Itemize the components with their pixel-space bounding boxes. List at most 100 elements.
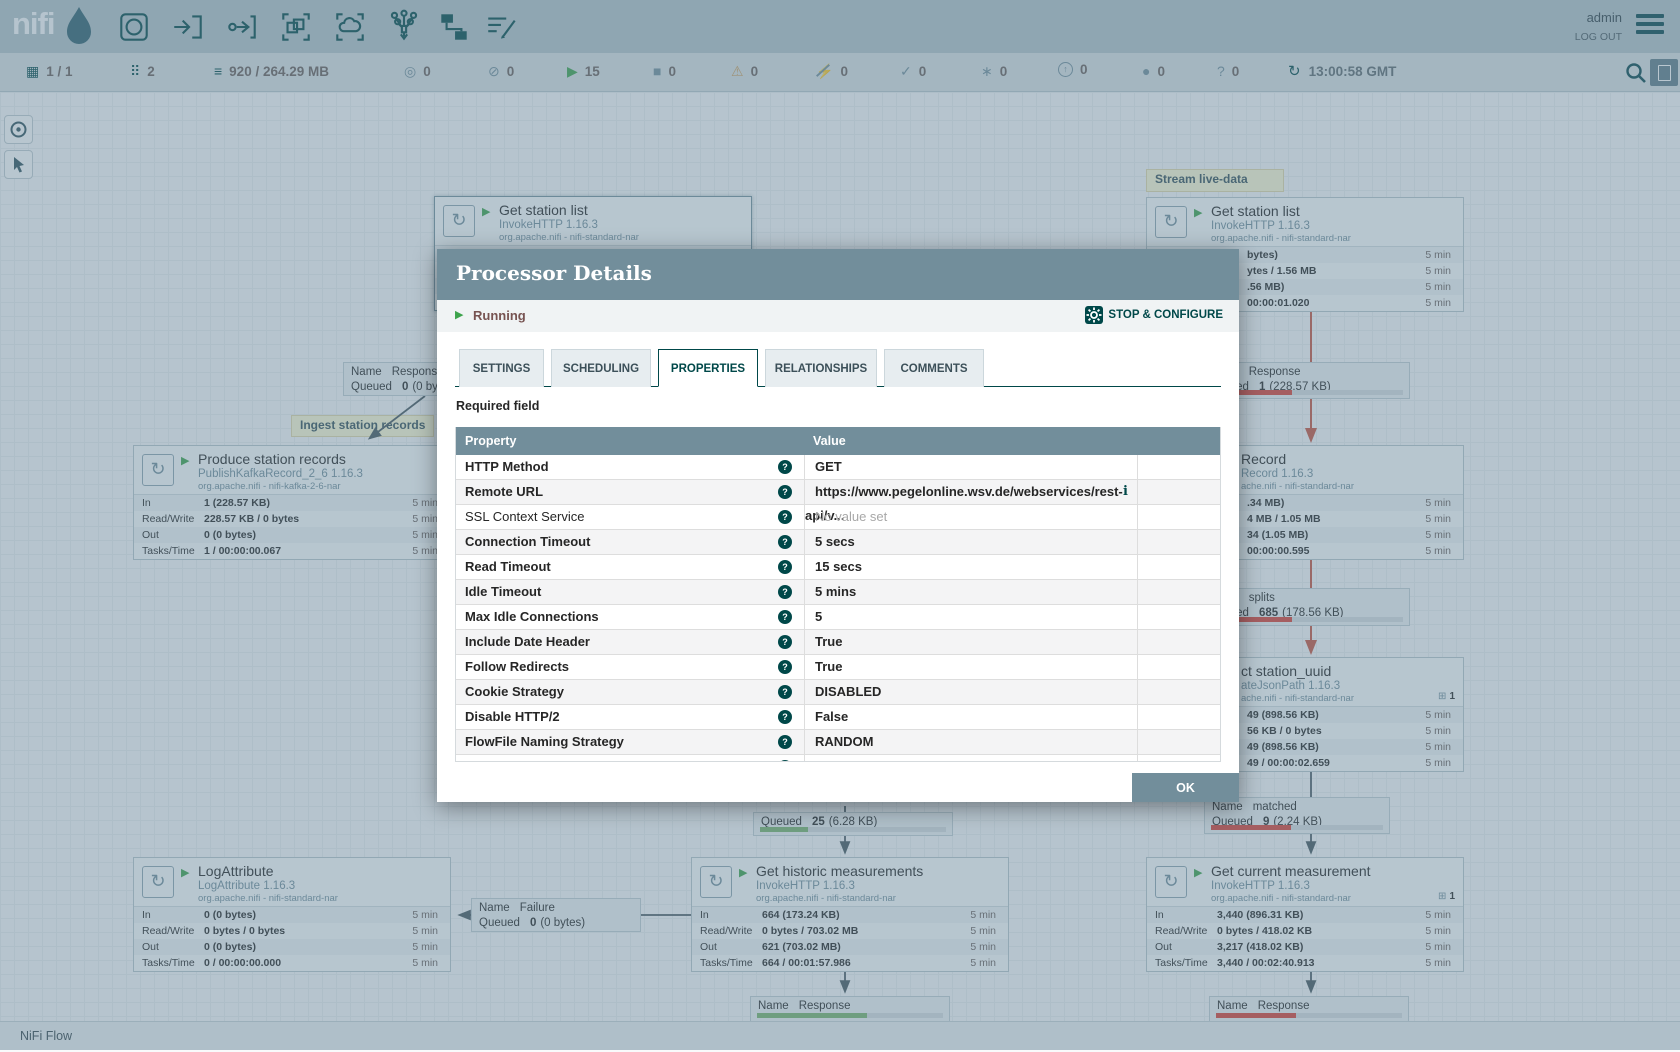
tab-comments[interactable]: COMMENTS — [884, 349, 984, 387]
property-value: 5 secs — [815, 534, 855, 549]
spacer-cell — [1137, 705, 1220, 729]
value-cell[interactable]: 5 secs — [804, 530, 1138, 554]
property-row[interactable]: Connection Timeout? 5 secs — [456, 530, 1220, 555]
spacer-cell — [1137, 730, 1220, 754]
property-value: 5 mins — [815, 584, 856, 599]
property-cell: Read Timeout? — [456, 555, 804, 579]
value-cell[interactable]: True — [804, 655, 1138, 679]
property-row[interactable]: Include Date Header? True — [456, 630, 1220, 655]
value-cell[interactable]: 5 mins — [804, 580, 1138, 604]
property-cell: Remote URL? — [456, 480, 804, 504]
property-row[interactable]: FlowFile Naming Strategy? RANDOM — [456, 730, 1220, 755]
property-row[interactable]: Cookie Strategy? DISABLED — [456, 680, 1220, 705]
value-cell[interactable]: RANDOM — [804, 730, 1138, 754]
help-icon[interactable]: ? — [778, 660, 792, 674]
property-value: RANDOM — [815, 734, 874, 749]
help-icon[interactable]: ? — [778, 460, 792, 474]
property-cell: HTTP Method? — [456, 455, 804, 479]
property-name: Include Date Header — [465, 634, 590, 649]
tab-relationships[interactable]: RELATIONSHIPS — [765, 349, 877, 387]
property-name: Attributes to Send — [465, 759, 568, 762]
properties-table: Property Value HTTP Method? GET Remote URL… — [455, 427, 1221, 762]
stop-configure-button[interactable]: STOP & CONFIGURE — [1085, 306, 1223, 324]
property-name: Cookie Strategy — [465, 684, 564, 699]
spacer-cell — [1137, 580, 1220, 604]
property-cell: Disable HTTP/2? — [456, 705, 804, 729]
value-cell[interactable]: 5 — [804, 605, 1138, 629]
property-cell: Follow Redirects? — [456, 655, 804, 679]
spacer-cell — [1137, 530, 1220, 554]
help-icon[interactable]: ? — [778, 685, 792, 699]
help-icon[interactable]: ? — [778, 585, 792, 599]
stop-configure-label: STOP & CONFIGURE — [1108, 309, 1223, 321]
property-row[interactable]: Remote URL?https://www.pegelonline.wsv.d… — [456, 480, 1220, 505]
info-icon[interactable]: i — [1123, 480, 1128, 504]
tab-settings[interactable]: SETTINGS — [459, 349, 544, 387]
value-cell[interactable]: True — [804, 630, 1138, 654]
tab-properties[interactable]: PROPERTIES — [658, 349, 758, 387]
property-cell: Idle Timeout? — [456, 580, 804, 604]
property-value: DISABLED — [815, 684, 881, 699]
property-cell: Connection Timeout? — [456, 530, 804, 554]
property-name: Read Timeout — [465, 559, 551, 574]
value-cell[interactable]: No value set — [804, 755, 1138, 762]
property-cell: SSL Context Service? — [456, 505, 804, 529]
value-cell[interactable]: False — [804, 705, 1138, 729]
dialog-header: Processor Details — [437, 249, 1239, 300]
property-name: Disable HTTP/2 — [465, 709, 560, 724]
help-icon[interactable]: ? — [778, 535, 792, 549]
property-value: True — [815, 659, 842, 674]
help-icon[interactable]: ? — [778, 735, 792, 749]
property-value: GET — [815, 459, 842, 474]
value-cell[interactable]: 15 secs — [804, 555, 1138, 579]
property-row[interactable]: Disable HTTP/2? False — [456, 705, 1220, 730]
spacer-cell — [1137, 680, 1220, 704]
help-icon[interactable]: ? — [778, 560, 792, 574]
spacer-cell — [1137, 505, 1220, 529]
property-cell: Attributes to Send? — [456, 755, 804, 762]
running-status-icon: ▶ — [455, 308, 463, 321]
property-row[interactable]: HTTP Method? GET — [456, 455, 1220, 480]
property-name: Follow Redirects — [465, 659, 569, 674]
spacer-cell — [1137, 480, 1220, 504]
property-value: No value set — [815, 509, 887, 524]
property-name: Idle Timeout — [465, 584, 541, 599]
running-status-text: Running — [473, 308, 526, 323]
property-row[interactable]: Follow Redirects? True — [456, 655, 1220, 680]
property-row[interactable]: Max Idle Connections? 5 — [456, 605, 1220, 630]
value-cell[interactable]: DISABLED — [804, 680, 1138, 704]
property-name: SSL Context Service — [465, 509, 584, 524]
property-column-header: Property — [465, 427, 516, 455]
dialog-tab-bar: SETTINGSSCHEDULINGPROPERTIESRELATIONSHIP… — [455, 349, 1221, 387]
help-icon[interactable]: ? — [778, 510, 792, 524]
processor-details-dialog: Processor Details ▶ Running STOP & CONFI… — [437, 249, 1239, 802]
property-row[interactable]: Idle Timeout? 5 mins — [456, 580, 1220, 605]
value-cell[interactable]: No value set — [804, 505, 1138, 529]
gear-icon — [1085, 306, 1103, 324]
help-icon[interactable]: ? — [778, 610, 792, 624]
property-row[interactable]: Attributes to Send?No value set — [456, 755, 1220, 762]
property-value: 15 secs — [815, 559, 862, 574]
help-icon[interactable]: ? — [778, 635, 792, 649]
property-name: Max Idle Connections — [465, 609, 599, 624]
property-value: True — [815, 634, 842, 649]
property-row[interactable]: SSL Context Service? No value set — [456, 505, 1220, 530]
property-name: FlowFile Naming Strategy — [465, 734, 624, 749]
help-icon[interactable]: ? — [778, 485, 792, 499]
property-name: HTTP Method — [465, 459, 549, 474]
property-row[interactable]: Read Timeout? 15 secs — [456, 555, 1220, 580]
value-cell[interactable]: GET — [804, 455, 1138, 479]
spacer-cell — [1137, 605, 1220, 629]
spacer-cell — [1137, 555, 1220, 579]
required-field-note: Required field — [456, 399, 539, 413]
properties-table-header: Property Value — [456, 427, 1220, 455]
value-cell[interactable]: https://www.pegelonline.wsv.de/webservic… — [804, 480, 1138, 504]
help-icon[interactable]: ? — [778, 710, 792, 724]
help-icon[interactable]: ? — [778, 760, 792, 762]
ok-button[interactable]: OK — [1132, 773, 1239, 802]
property-value: 5 — [815, 609, 822, 624]
property-value: False — [815, 709, 848, 724]
spacer-cell — [1137, 755, 1220, 762]
tab-scheduling[interactable]: SCHEDULING — [551, 349, 651, 387]
property-cell: Cookie Strategy? — [456, 680, 804, 704]
